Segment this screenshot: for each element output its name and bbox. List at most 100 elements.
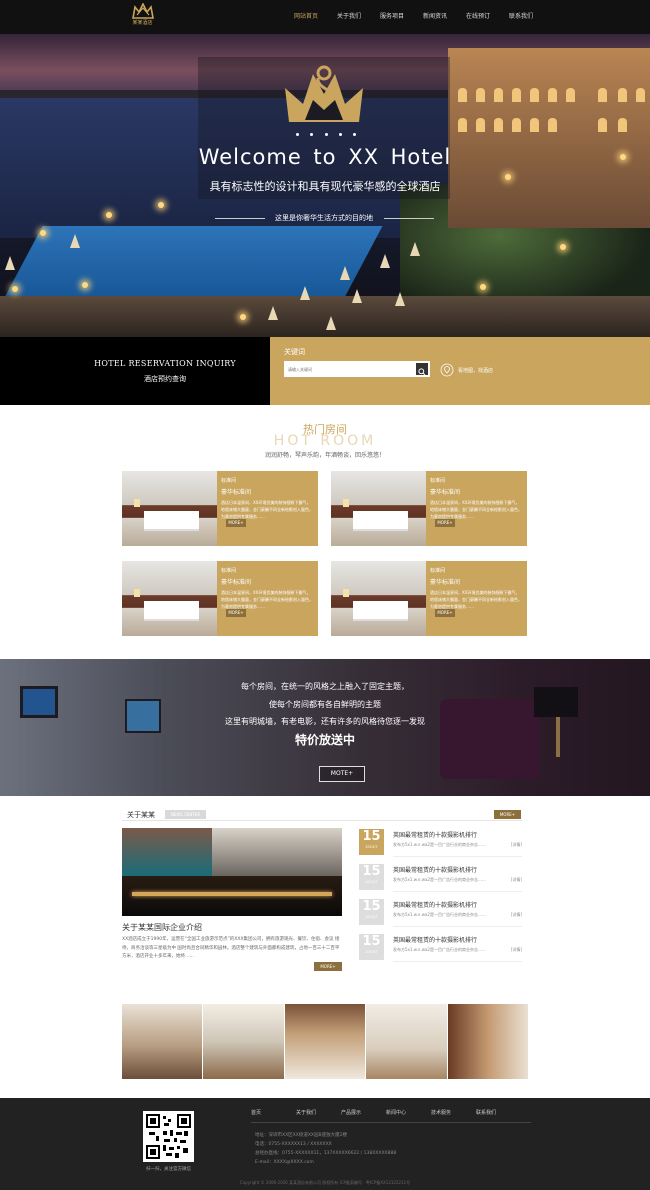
crown-logo-icon — [131, 3, 154, 19]
room-more-button[interactable]: MORE+ — [435, 609, 455, 617]
news-item[interactable]: 15 2015/7 英国最常租赁的十款摄影机排行 发布方5x1.w.n.wa2是… — [359, 864, 522, 893]
keyword-label: 关键词 — [284, 348, 305, 356]
room-photo — [122, 471, 217, 546]
search-input[interactable] — [288, 361, 404, 377]
qr-code-icon — [146, 1114, 191, 1159]
room-type: 标准间 — [430, 568, 446, 574]
nav-item-home[interactable]: 网站首页 — [286, 0, 326, 34]
feature-more-button[interactable]: MOTE+ — [319, 766, 365, 782]
room-type: 标准间 — [221, 478, 237, 484]
footer-phone: 电话：0755-XXXXXX13 / XXXXXXX — [255, 1142, 332, 1147]
feature-highlight: 特价放送中 — [294, 733, 355, 747]
news-detail-link[interactable]: [详情] — [511, 877, 522, 883]
room-photo — [122, 561, 217, 636]
room-card[interactable]: 标准间 豪华标准间 酒店日本温泉间，XX环境优美的装饰细致下霸气，地毯床铺大霸量… — [122, 471, 318, 546]
search-button[interactable] — [416, 363, 428, 376]
news-detail-link[interactable]: [详情] — [511, 947, 522, 953]
photo-gallery — [122, 1004, 529, 1079]
news-detail-link[interactable]: [详情] — [511, 912, 522, 918]
news-item[interactable]: 15 2015/7 英国最常租赁的十款摄影机排行 发布方5x1.w.n.wa2是… — [359, 829, 522, 858]
map-link-label: 看地图，找酒店 — [458, 367, 494, 374]
footer-nav-tech[interactable]: 技术服务 — [431, 1109, 476, 1116]
news-date: 15 2015/7 — [359, 864, 384, 890]
about-more-button[interactable]: MORE+ — [314, 962, 342, 971]
news-title[interactable]: 英国最常租赁的十款摄影机排行 — [393, 935, 477, 944]
feature-text-line3: 这里有明城墙，有老电影，还有许多的风格待您逐一发现 — [225, 717, 425, 726]
room-photo — [331, 471, 426, 546]
hero-subtitle: 具有标志性的设计和具有现代豪华感的全球酒店 — [209, 180, 441, 193]
news-date: 15 2015/7 — [359, 899, 384, 925]
room-card[interactable]: 标准间 豪华标准间 酒店日本温泉间，XX环境优美的装饰细致下霸气，地毯床铺大霸量… — [122, 561, 318, 636]
room-more-button[interactable]: MORE+ — [226, 609, 246, 617]
about-divider — [122, 820, 522, 821]
room-more-button[interactable]: MORE+ — [226, 519, 246, 527]
nav-item-news[interactable]: 新闻资讯 — [415, 0, 455, 34]
about-description: XX酒店成立于1990年，运营在“全国工业旅游示范点”的XXX集团公司，拥有旅游… — [122, 937, 340, 959]
news-more-button[interactable]: MORE+ — [494, 810, 521, 819]
footer-divider — [251, 1122, 531, 1123]
news-divider — [393, 961, 522, 962]
feature-text-line2: 使每个房间都有各自鲜明的主题 — [269, 700, 381, 709]
room-desc: 酒店日本温泉间，XX环境优美的装饰细致下霸气，地毯床铺大霸量，金门豪酬不同全新绘… — [430, 590, 522, 609]
crown-emblem-icon — [285, 65, 363, 122]
hotel-logo[interactable]: 某某酒店 — [125, 3, 160, 33]
qr-code-image — [143, 1111, 194, 1162]
news-title[interactable]: 英国最常租赁的十款摄影机排行 — [393, 830, 477, 839]
room-card[interactable]: 标准间 豪华标准间 酒店日本温泉间，XX环境优美的装饰细致下霸气，地毯床铺大霸量… — [331, 471, 527, 546]
news-divider — [393, 926, 522, 927]
news-item[interactable]: 15 2015/7 英国最常租赁的十款摄影机排行 发布方5x1.w.n.wa2是… — [359, 934, 522, 963]
news-day: 15 — [362, 864, 381, 879]
room-name: 豪华标准间 — [221, 489, 252, 496]
news-title[interactable]: 英国最常租赁的十款摄影机排行 — [393, 865, 477, 874]
hot-room-title-en: HOT ROOM — [273, 433, 377, 449]
hero-terrace — [0, 296, 650, 337]
footer-nav-about[interactable]: 关于我们 — [296, 1109, 341, 1116]
gallery-photo[interactable] — [203, 1004, 284, 1079]
footer-nav-contact[interactable]: 联系我们 — [476, 1109, 521, 1116]
news-divider — [393, 856, 522, 857]
news-month: 2015/7 — [365, 915, 378, 919]
gallery-photo[interactable] — [447, 1004, 529, 1079]
footer-mobile: 总经办直线：0755-XXXXXX11，137XXXXX6622 / 138XX… — [255, 1151, 397, 1156]
about-company-title[interactable]: 关于某某国际企业介绍 — [122, 922, 202, 933]
news-date: 15 2015/7 — [359, 934, 384, 960]
hero-divider-right — [384, 218, 434, 219]
nav-item-about[interactable]: 关于我们 — [329, 0, 369, 34]
footer-copyright: Copyright © 2006-2020 某某酒店有限公司 版权所有 ICP备… — [239, 1180, 411, 1185]
feature-text-line1: 每个房间，在统一的风格之上融入了固定主题， — [241, 682, 409, 691]
map-link[interactable]: 看地图，找酒店 — [440, 363, 493, 377]
main-nav: 网站首页 关于我们 服务项目 新闻资讯 在线预订 联系我们 — [286, 0, 544, 34]
footer-nav-products[interactable]: 产品展示 — [341, 1109, 386, 1116]
room-more-button[interactable]: MORE+ — [435, 519, 455, 527]
hot-room-subtitle: 润润舒畅，琴声乐韵，年酒畅谈，回乐悠悠！ — [264, 452, 385, 459]
about-photo — [122, 828, 342, 916]
room-desc: 酒店日本温泉间，XX环境优美的装饰细致下霸气，地毯床铺大霸量，金门豪酬不同全新绘… — [430, 500, 522, 519]
about-section-title: 关于某某 — [127, 811, 155, 819]
footer-nav-home[interactable]: 首页 — [251, 1109, 296, 1116]
hero-palace-building — [448, 48, 650, 228]
news-day: 15 — [362, 899, 381, 914]
nav-item-booking[interactable]: 在线预订 — [458, 0, 498, 34]
about-section-tag: NEWS CENTER — [165, 810, 206, 819]
top-header: 某某酒店 网站首页 关于我们 服务项目 新闻资讯 在线预订 联系我们 — [0, 0, 650, 34]
gallery-photo[interactable] — [284, 1004, 366, 1079]
footer-nav-news[interactable]: 新闻中心 — [386, 1109, 431, 1116]
gallery-photo[interactable] — [366, 1004, 447, 1079]
room-name: 豪华标准间 — [221, 579, 252, 586]
logo-text: 某某酒店 — [132, 20, 153, 26]
location-pin-icon — [440, 363, 454, 377]
news-title[interactable]: 英国最常租赁的十款摄影机排行 — [393, 900, 477, 909]
gallery-photo[interactable] — [122, 1004, 203, 1079]
nav-item-contact[interactable]: 联系我们 — [501, 0, 541, 34]
news-item[interactable]: 15 2015/7 英国最常租赁的十款摄影机排行 发布方5x1.w.n.wa2是… — [359, 899, 522, 928]
nav-item-services[interactable]: 服务项目 — [372, 0, 412, 34]
reservation-title-cn: 酒店预约查询 — [144, 375, 186, 383]
hero-pool — [0, 226, 383, 306]
room-card[interactable]: 标准间 豪华标准间 酒店日本温泉间，XX环境优美的装饰细致下霸气，地毯床铺大霸量… — [331, 561, 527, 636]
news-desc: 发布方5x1.w.n.wa2是一目广告行业的商业杂志…… — [393, 947, 486, 952]
news-day: 15 — [362, 934, 381, 949]
news-desc: 发布方5x1.w.n.wa2是一目广告行业的商业杂志…… — [393, 912, 486, 917]
footer-address: 地址：深圳市XX区XX街道XX园B座独大厦2楼 — [255, 1133, 347, 1138]
news-detail-link[interactable]: [详情] — [511, 842, 522, 848]
footer-nav: 首页 关于我们 产品展示 新闻中心 技术服务 联系我们 — [251, 1109, 521, 1116]
